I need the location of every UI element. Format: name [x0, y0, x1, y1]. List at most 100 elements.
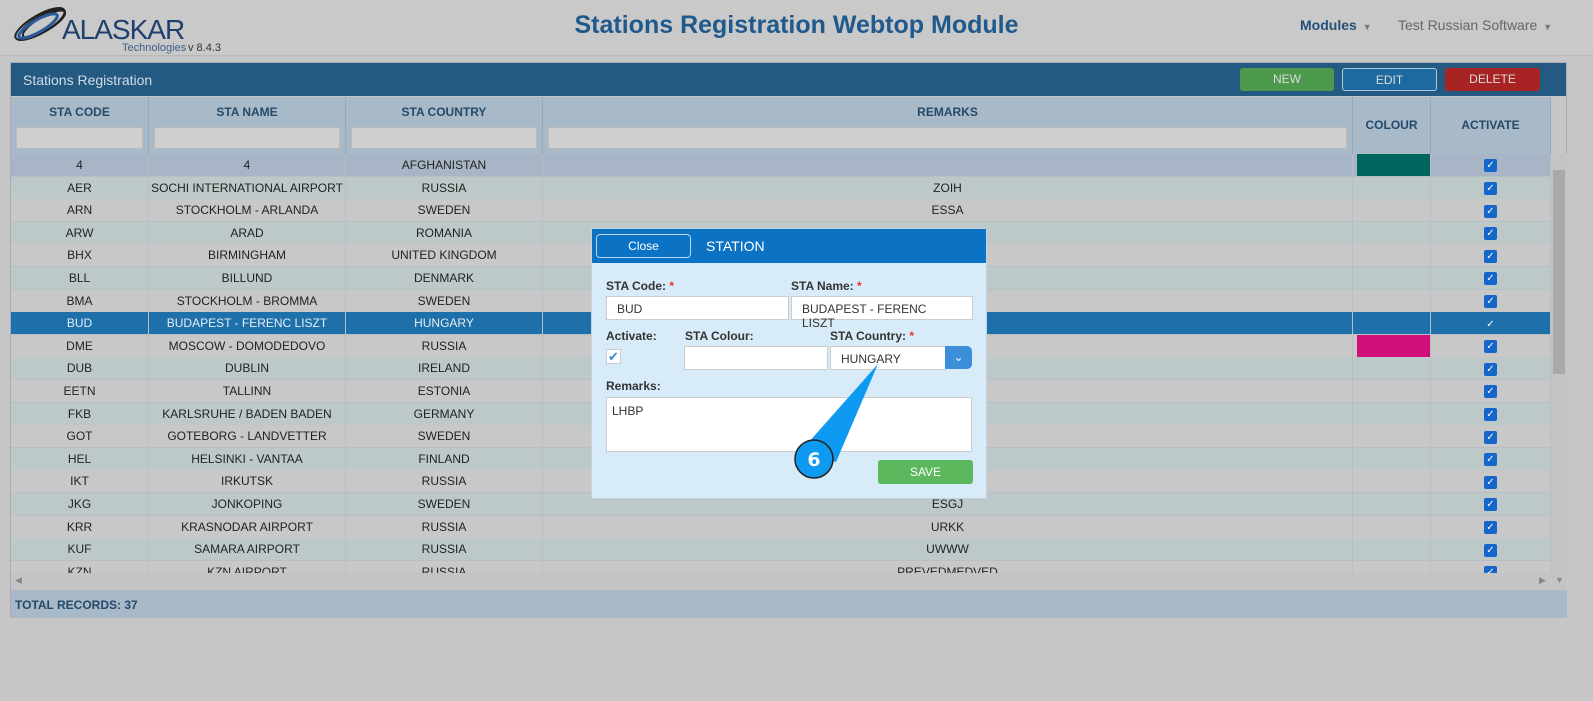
table-row[interactable]: KUF SAMARA AIRPORT RUSSIA UWWW ✓	[11, 538, 1551, 562]
scroll-down-icon[interactable]: ▼	[1555, 575, 1564, 585]
label-text: STA Code:	[606, 279, 666, 293]
sta-colour-input[interactable]	[684, 346, 828, 370]
sta-colour-label: STA Colour:	[685, 329, 754, 343]
vertical-scrollbar[interactable]	[1551, 154, 1567, 573]
sta-code-label: STA Code: *	[606, 279, 674, 293]
edit-button[interactable]: EDIT	[1342, 68, 1437, 91]
cell-colour	[1353, 289, 1431, 312]
cell-activate: ✓	[1431, 289, 1551, 312]
modules-menu[interactable]: Modules ▼	[1300, 17, 1372, 33]
cell-country: DENMARK	[346, 267, 543, 289]
column-remarks[interactable]: REMARKS	[543, 97, 1353, 154]
activate-checkbox[interactable]: ✓	[1484, 204, 1497, 218]
column-activate[interactable]: ACTIVATE	[1431, 97, 1551, 154]
activate-checkbox[interactable]: ✓	[1484, 566, 1497, 573]
sta-code-input[interactable]: BUD	[606, 296, 789, 320]
cell-code: BMA	[11, 289, 149, 312]
activate-checkbox[interactable]: ✓	[1484, 543, 1497, 557]
scroll-right-icon[interactable]: ▶	[1539, 575, 1546, 586]
remarks-textarea[interactable]: LHBP	[606, 397, 972, 452]
activate-checkbox[interactable]: ✓	[1484, 272, 1497, 286]
cell-country: RUSSIA	[346, 560, 543, 573]
filter-remarks[interactable]	[548, 127, 1347, 149]
table-row[interactable]: 4 4 AFGHANISTAN ✓	[11, 154, 1551, 177]
cell-colour	[1353, 221, 1431, 244]
cell-colour	[1353, 538, 1431, 561]
cell-code: KRR	[11, 515, 149, 538]
column-sta-name[interactable]: STA NAME	[149, 97, 346, 154]
filter-sta-code[interactable]	[16, 127, 143, 149]
panel-title: Stations Registration	[23, 72, 153, 88]
cell-name: SOCHI INTERNATIONAL AIRPORT	[149, 176, 346, 199]
activate-checkbox[interactable]: ✓	[1484, 227, 1497, 241]
activate-checkbox[interactable]: ✓	[1484, 453, 1497, 467]
cell-colour	[1353, 402, 1431, 425]
column-colour[interactable]: COLOUR	[1353, 97, 1431, 154]
horizontal-scrollbar[interactable]: ◀ ▶ ▼	[11, 573, 1567, 590]
activate-checkbox[interactable]: ✓	[1484, 430, 1497, 444]
activate-checkbox[interactable]: ✔	[606, 349, 621, 364]
cell-country: SWEDEN	[346, 289, 543, 312]
activate-checkbox[interactable]: ✓	[1484, 294, 1497, 308]
scroll-thumb[interactable]	[1553, 170, 1565, 374]
activate-checkbox[interactable]: ✓	[1484, 498, 1497, 512]
filter-sta-country[interactable]	[351, 127, 537, 149]
cell-name: HELSINKI - VANTAA	[149, 447, 346, 470]
cell-activate: ✓	[1431, 560, 1551, 573]
required-mark: *	[909, 329, 915, 343]
sta-country-label: STA Country: *	[830, 329, 914, 343]
cell-colour	[1353, 515, 1431, 538]
cell-code: AER	[11, 176, 149, 199]
activate-checkbox[interactable]: ✓	[1484, 318, 1497, 331]
activate-checkbox[interactable]: ✓	[1484, 520, 1497, 534]
activate-checkbox[interactable]: ✓	[1484, 159, 1497, 173]
table-row[interactable]: AER SOCHI INTERNATIONAL AIRPORT RUSSIA ZOIH…	[11, 176, 1551, 200]
cell-activate: ✓	[1431, 538, 1551, 561]
cell-colour	[1353, 425, 1431, 448]
activate-checkbox[interactable]: ✓	[1484, 407, 1497, 421]
column-sta-code[interactable]: STA CODE	[11, 97, 149, 154]
cell-colour	[1353, 334, 1431, 357]
cell-country: IRELAND	[346, 357, 543, 380]
activate-checkbox[interactable]: ✓	[1484, 362, 1497, 376]
cell-name: MOSCOW - DOMODEDOVO	[149, 334, 346, 357]
filter-sta-name[interactable]	[154, 127, 340, 149]
cell-activate: ✓	[1431, 515, 1551, 538]
activate-checkbox[interactable]: ✓	[1484, 475, 1497, 489]
cell-code: BHX	[11, 244, 149, 267]
sta-name-input[interactable]: BUDAPEST - FERENC LISZT	[791, 296, 973, 330]
cell-name: GOTEBORG - LANDVETTER	[149, 425, 346, 448]
column-sta-country[interactable]: STA COUNTRY	[346, 97, 543, 154]
cell-activate: ✓	[1431, 312, 1551, 335]
cell-colour	[1353, 312, 1431, 335]
table-row[interactable]: KRR KRASNODAR AIRPORT RUSSIA URKK ✓	[11, 515, 1551, 539]
delete-button[interactable]: DELETE	[1445, 68, 1540, 91]
cell-name: TALLINN	[149, 380, 346, 402]
cell-remarks: URKK	[543, 515, 1353, 538]
activate-checkbox[interactable]: ✓	[1484, 385, 1497, 399]
column-label: STA COUNTRY	[401, 105, 487, 119]
save-button[interactable]: SAVE	[878, 460, 973, 484]
remarks-label: Remarks:	[606, 379, 661, 393]
table-row[interactable]: ARN STOCKHOLM - ARLANDA SWEDEN ESSA ✓	[11, 199, 1551, 223]
activate-checkbox[interactable]: ✓	[1484, 249, 1497, 263]
sta-country-select[interactable]: HUNGARY	[830, 346, 946, 370]
cell-activate: ✓	[1431, 199, 1551, 222]
table-row[interactable]: KZN KZN AIRPORT RUSSIA PREVEDMEDVED ✓	[11, 560, 1551, 573]
cell-activate: ✓	[1431, 402, 1551, 425]
cell-name: BUDAPEST - FERENC LISZT	[149, 312, 346, 335]
cell-name: DUBLIN	[149, 357, 346, 380]
chevron-down-icon[interactable]: ⌄	[945, 346, 972, 369]
modules-label: Modules	[1300, 17, 1357, 33]
user-menu[interactable]: Test Russian Software ▼	[1398, 17, 1552, 33]
activate-checkbox[interactable]: ✓	[1484, 340, 1497, 354]
column-label: STA NAME	[216, 105, 278, 119]
cell-name: KRASNODAR AIRPORT	[149, 515, 346, 538]
activate-checkbox[interactable]: ✓	[1484, 181, 1497, 195]
scroll-left-icon[interactable]: ◀	[15, 575, 22, 586]
new-button[interactable]: NEW	[1240, 68, 1334, 91]
close-button[interactable]: Close	[596, 234, 691, 258]
cell-name: ARAD	[149, 221, 346, 244]
cell-code: 4	[11, 154, 149, 176]
required-mark: *	[857, 279, 862, 293]
